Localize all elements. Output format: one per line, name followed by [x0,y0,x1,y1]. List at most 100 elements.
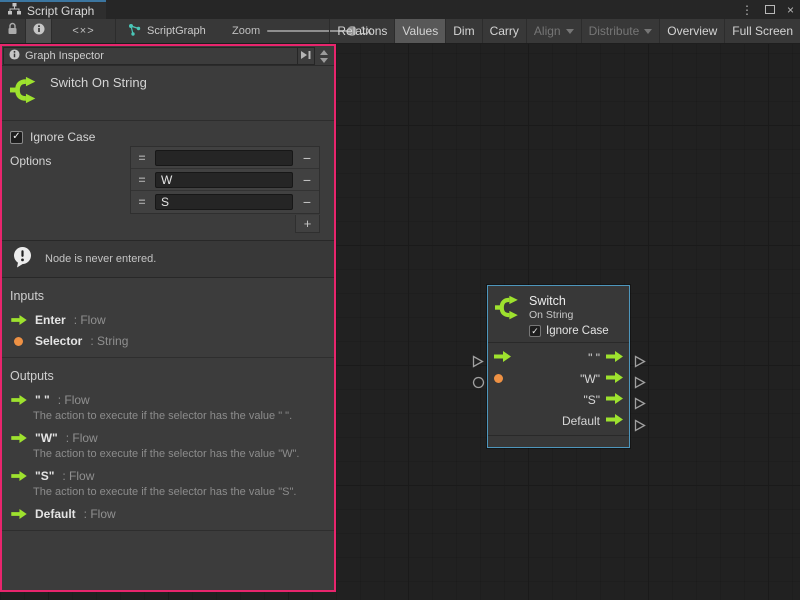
graph-toolbar: <×> ScriptGraph Zoom 1x Relations Values… [0,19,800,44]
values-button[interactable]: Values [394,19,445,43]
section-divider [2,530,334,531]
dock-panel-button[interactable] [298,47,315,65]
inspector-toggle-button[interactable] [26,19,52,43]
add-option-button[interactable]: + [295,215,320,233]
drag-handle-icon[interactable]: = [131,173,153,187]
option-value-input[interactable]: S [155,194,293,210]
option-value-input[interactable] [155,150,293,166]
window-close-icon[interactable]: × [787,4,794,16]
flow-output-port[interactable] [606,349,623,367]
inputs-section: Inputs Enter : Flow Selector : String [2,278,334,357]
inputs-header: Inputs [2,285,334,309]
zoom-label: Zoom [232,25,260,37]
node-port-label: "S" [583,393,600,407]
checkbox-check-icon[interactable]: ✓ [529,325,541,337]
flow-port-icon [10,433,27,443]
value-port-icon [10,337,27,346]
external-flow-output-stub[interactable] [634,397,646,415]
external-value-input-stub[interactable] [472,376,485,394]
window-maximize-icon[interactable] [765,5,775,14]
arrow-down-icon[interactable] [320,58,328,63]
port-name: "W" [35,431,58,445]
remove-option-button[interactable]: − [295,150,319,166]
external-flow-output-stub[interactable] [634,376,646,394]
port-type: : Flow [62,469,94,483]
remove-option-button[interactable]: − [295,172,319,188]
port-description: The action to execute if the selector ha… [33,486,326,499]
option-row: = W − [131,169,319,191]
options-list-footer: + [130,215,320,233]
window-controls: ⋮ × [741,0,794,19]
info-icon [9,47,20,65]
dim-button[interactable]: Dim [445,19,481,43]
warning-bubble-icon [11,246,34,273]
graph-name-label: ScriptGraph [147,25,206,37]
options-list: = − = W − = S − [130,146,320,214]
toolbar-left-group: <×> [0,19,116,43]
align-button[interactable]: Align [526,19,581,43]
switch-icon [495,294,522,337]
warning-text: Node is never entered. [45,253,156,265]
flow-port-icon [10,509,27,519]
flow-output-port[interactable] [606,391,623,409]
option-row: = − [131,147,319,169]
chevron-down-icon [566,29,574,34]
relations-button[interactable]: Relations [329,19,394,43]
value-input-port[interactable] [494,374,503,383]
node-port-label: "W" [580,372,600,386]
inspector-node-title: Switch On String [50,75,147,90]
drag-handle-icon[interactable]: = [131,151,153,165]
toolbar-right-group: Relations Values Dim Carry Align Distrib… [329,19,800,43]
flow-port-icon [10,315,27,325]
port-name: Selector [35,334,82,348]
node-ignore-case-checkbox[interactable]: ✓ Ignore Case [529,325,609,337]
node-row-enter: " " [488,347,629,368]
input-port-row: Enter : Flow [2,309,334,330]
arrow-up-icon[interactable] [320,50,328,55]
node-port-label: Default [562,414,600,428]
hierarchy-icon [8,3,21,18]
overview-button[interactable]: Overview [659,19,724,43]
node-row-default: Default [488,410,629,431]
switch-icon [10,75,40,110]
window-menu-icon[interactable]: ⋮ [741,4,753,16]
remove-option-button[interactable]: − [295,194,319,210]
node-footer [488,436,629,447]
port-description: The action to execute if the selector ha… [33,448,326,461]
ignore-case-label: Ignore Case [30,130,95,144]
ignore-case-checkbox[interactable]: ✓ [10,131,23,144]
flow-output-port[interactable] [606,370,623,388]
port-type: : Flow [84,507,116,521]
tab-script-graph[interactable]: Script Graph [0,0,106,19]
external-flow-input-stub[interactable] [472,355,484,373]
flow-output-port[interactable] [606,412,623,430]
port-name: " " [35,393,50,407]
external-flow-output-stub[interactable] [634,419,646,437]
port-type: : Flow [66,431,98,445]
inspector-header-box: Graph Inspector [3,47,298,65]
output-port-row: "S" : Flow [2,465,334,486]
external-flow-output-stub[interactable] [634,355,646,373]
warning-banner: Node is never entered. [2,240,334,278]
node-row-s: "S" [488,389,629,410]
switch-on-string-node[interactable]: Switch On String ✓ Ignore Case " " [487,285,630,448]
graph-inspector-panel: Graph Inspector Switch On String ✓ Ignor… [0,44,336,592]
dock-icon [300,47,312,65]
option-row: = S − [131,191,319,213]
output-port-row: " " : Flow [2,389,334,410]
drag-handle-icon[interactable]: = [131,195,153,209]
port-name: "S" [35,469,54,483]
code-preview-button[interactable]: <×> [52,19,116,43]
lock-icon [7,22,18,40]
panel-width-scrubber[interactable] [315,47,332,65]
fullscreen-button[interactable]: Full Screen [724,19,800,43]
flow-input-port[interactable] [494,349,511,367]
option-value-input[interactable]: W [155,172,293,188]
chevron-down-icon [644,29,652,34]
distribute-button[interactable]: Distribute [581,19,660,43]
carry-button[interactable]: Carry [482,19,526,43]
lock-button[interactable] [0,19,26,43]
node-header[interactable]: Switch On String ✓ Ignore Case [488,286,629,342]
graph-name-indicator[interactable]: ScriptGraph [128,19,206,43]
port-description: The action to execute if the selector ha… [33,410,326,423]
